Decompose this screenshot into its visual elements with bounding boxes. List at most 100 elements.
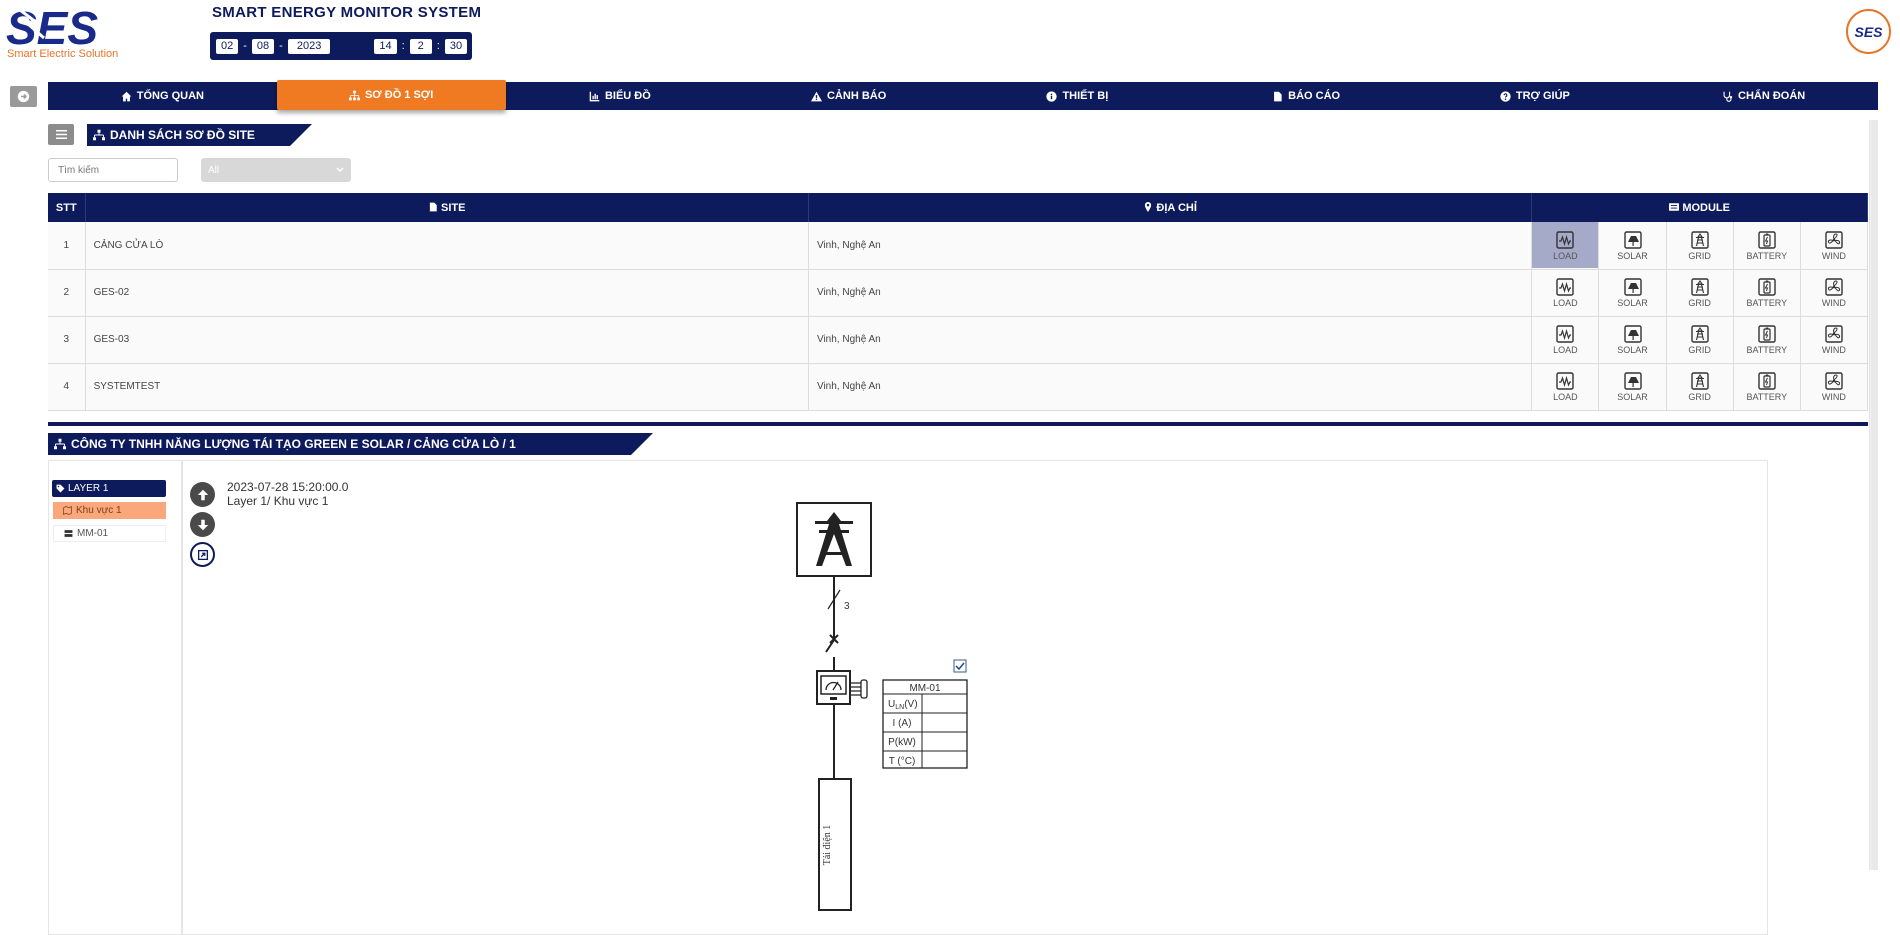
module-label: SOLAR bbox=[1617, 250, 1648, 261]
module-cell: LOAD bbox=[1532, 222, 1599, 269]
nav-tab-alerts[interactable]: CẢNH BÁO bbox=[734, 82, 963, 110]
nav-tab-reports[interactable]: BÁO CÁO bbox=[1192, 82, 1421, 110]
meter-item-label: MM-01 bbox=[77, 528, 109, 539]
meter-select-checkbox[interactable] bbox=[953, 659, 967, 673]
scroll-up-button[interactable] bbox=[190, 482, 215, 507]
module-load-button[interactable]: LOAD bbox=[1531, 222, 1600, 270]
module-solar-button[interactable]: SOLAR bbox=[1598, 222, 1667, 270]
module-wind-button[interactable]: WIND bbox=[1800, 363, 1869, 411]
module-battery-button[interactable]: BATTERY bbox=[1733, 222, 1801, 270]
load-box[interactable]: Tải điện 1 bbox=[818, 778, 852, 911]
area-item[interactable]: Khu vực 1 bbox=[53, 502, 166, 519]
sitemap-icon bbox=[54, 438, 66, 450]
nav-tab-help[interactable]: TRỢ GIÚP bbox=[1421, 82, 1650, 110]
header-site-label: SITE bbox=[441, 201, 466, 214]
meter-readings-table: MM-01 ULN(V) I (A) P(kW) T (°C) bbox=[882, 679, 968, 769]
module-wind-button[interactable]: WIND bbox=[1800, 316, 1869, 364]
module-cell: BATTERY bbox=[1734, 317, 1800, 363]
module-wind-button[interactable]: WIND bbox=[1800, 222, 1869, 270]
stethoscope-icon bbox=[1723, 91, 1733, 102]
layer-item[interactable]: LAYER 1 bbox=[52, 480, 166, 497]
table-row[interactable]: 2 GES-02 Vinh, Nghệ An LOAD SOLAR GRID BATT… bbox=[48, 269, 1869, 317]
diagram-canvas bbox=[182, 460, 1768, 935]
site-search-input[interactable] bbox=[48, 158, 178, 182]
module-wind-button[interactable]: WIND bbox=[1800, 269, 1869, 317]
module-solar-button[interactable]: SOLAR bbox=[1598, 269, 1667, 317]
load-icon bbox=[1556, 231, 1575, 249]
module-grid-button[interactable]: GRID bbox=[1666, 222, 1734, 270]
module-battery-button[interactable]: BATTERY bbox=[1733, 269, 1801, 317]
module-solar-button[interactable]: SOLAR bbox=[1598, 363, 1667, 411]
page-scrollbar[interactable] bbox=[1869, 120, 1878, 870]
fit-view-button[interactable] bbox=[190, 542, 215, 567]
cell-site[interactable]: SYSTEMTEST bbox=[85, 363, 809, 411]
phase-count-label: 3 bbox=[844, 601, 850, 612]
module-label: SOLAR bbox=[1617, 298, 1648, 308]
scroll-down-button[interactable] bbox=[190, 512, 215, 537]
scrollbar-thumb[interactable] bbox=[1871, 120, 1878, 870]
module-battery-button[interactable]: BATTERY bbox=[1733, 363, 1801, 411]
module-cell: LOAD bbox=[1532, 270, 1598, 316]
module-cell: LOAD bbox=[1532, 364, 1598, 410]
load-icon bbox=[1556, 372, 1575, 390]
module-grid-button[interactable]: GRID bbox=[1666, 363, 1734, 411]
home-icon bbox=[121, 91, 132, 101]
module-grid-button[interactable]: GRID bbox=[1666, 269, 1734, 317]
site-table: STT SITE ĐỊA CHỈ MODULE 1 CẢNG CỬA LÒ Vi… bbox=[48, 193, 1869, 411]
nav-tab-overview[interactable]: TỔNG QUAN bbox=[48, 82, 277, 110]
site-list-title: DANH SÁCH SƠ ĐỒ SITE bbox=[87, 124, 312, 146]
nav-tab-devices[interactable]: THIẾT BỊ bbox=[963, 82, 1192, 110]
meter-item[interactable]: MM-01 bbox=[53, 525, 166, 542]
cell-site[interactable]: GES-02 bbox=[85, 269, 809, 317]
meter-row-power: P(kW) bbox=[888, 737, 916, 748]
cell-address: Vinh, Nghệ An bbox=[808, 316, 1533, 364]
tag-icon bbox=[56, 484, 65, 493]
module-label: SOLAR bbox=[1617, 392, 1648, 402]
meter-table-title: MM-01 bbox=[909, 683, 941, 694]
nav-tab-label: CHẨN ĐOÁN bbox=[1738, 90, 1806, 102]
nav-tab-diagnostics[interactable]: CHẨN ĐOÁN bbox=[1649, 82, 1878, 110]
header-address-label: ĐỊA CHỈ bbox=[1156, 201, 1197, 214]
sidebar-toggle-button[interactable] bbox=[10, 86, 37, 107]
module-load-button[interactable]: LOAD bbox=[1531, 316, 1600, 364]
table-row[interactable]: 1 CẢNG CỬA LÒ Vinh, Nghệ An LOAD SOLAR GRI… bbox=[48, 222, 1869, 270]
meter-row-current: I (A) bbox=[893, 718, 912, 729]
cell-site[interactable]: CẢNG CỬA LÒ bbox=[85, 222, 809, 270]
table-row[interactable]: 3 GES-03 Vinh, Nghệ An LOAD SOLAR GRID BATT… bbox=[48, 316, 1869, 364]
module-label: GRID bbox=[1688, 250, 1711, 261]
site-filter-select[interactable]: All bbox=[201, 158, 351, 182]
module-cell: SOLAR bbox=[1599, 317, 1665, 363]
table-row[interactable]: 4 SYSTEMTEST Vinh, Nghệ An LOAD SOLAR GRID… bbox=[48, 363, 1869, 411]
cell-stt: 4 bbox=[48, 363, 86, 411]
module-cell: WIND bbox=[1801, 270, 1867, 316]
section-divider bbox=[48, 422, 1868, 426]
cell-address: Vinh, Nghệ An bbox=[808, 222, 1533, 270]
module-label: LOAD bbox=[1553, 345, 1578, 355]
module-cell: GRID bbox=[1667, 364, 1733, 410]
sitemap-icon bbox=[93, 129, 105, 141]
module-load-button[interactable]: LOAD bbox=[1531, 269, 1600, 317]
nav-tab-charts[interactable]: BIỂU ĐỒ bbox=[506, 82, 735, 110]
module-cell: WIND bbox=[1801, 317, 1867, 363]
module-label: GRID bbox=[1688, 298, 1711, 308]
module-solar-button[interactable]: SOLAR bbox=[1598, 316, 1667, 364]
nav-tab-label: TỔNG QUAN bbox=[136, 90, 204, 102]
module-load-button[interactable]: LOAD bbox=[1531, 363, 1600, 411]
grid-source-symbol[interactable] bbox=[796, 502, 872, 577]
module-grid-button[interactable]: GRID bbox=[1666, 316, 1734, 364]
brand-badge[interactable]: SES bbox=[1846, 9, 1891, 54]
server-icon bbox=[64, 530, 73, 537]
load-icon bbox=[1556, 278, 1575, 296]
module-battery-button[interactable]: BATTERY bbox=[1733, 316, 1801, 364]
date-separator: - bbox=[279, 40, 283, 52]
module-label: WIND bbox=[1821, 298, 1846, 308]
cell-site[interactable]: GES-03 bbox=[85, 316, 809, 364]
wind-icon bbox=[1825, 278, 1843, 296]
battery-icon bbox=[1758, 278, 1776, 296]
battery-icon bbox=[1758, 231, 1776, 249]
module-label: LOAD bbox=[1553, 250, 1578, 261]
list-menu-button[interactable] bbox=[48, 124, 74, 145]
nav-tab-single-line-diagram[interactable]: SƠ ĐỒ 1 SỢI bbox=[276, 80, 506, 110]
battery-icon bbox=[1758, 372, 1776, 390]
voltage-subscript: LN bbox=[895, 704, 904, 711]
